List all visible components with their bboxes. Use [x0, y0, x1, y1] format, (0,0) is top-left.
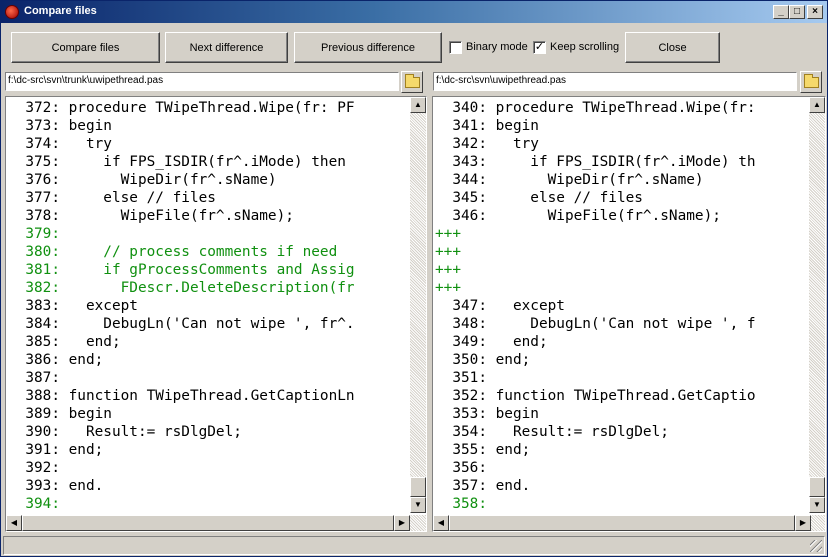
right-open-file-button[interactable] [800, 71, 822, 93]
right-horizontal-scrollbar[interactable]: ◀ ▶ [433, 515, 825, 531]
code-line: 343: if FPS_ISDIR(fr^.iMode) th [435, 154, 756, 170]
code-line: 375: if FPS_ISDIR(fr^.iMode) then [8, 154, 346, 170]
code-line: 372: procedure TWipeThread.Wipe(fr: PF [8, 100, 355, 116]
status-bar [3, 536, 825, 555]
code-line: 394: [8, 496, 60, 512]
right-vertical-scrollbar[interactable]: ▲ ▼ [809, 97, 825, 513]
binary-mode-label: Binary mode [466, 41, 528, 53]
compare-files-window: Compare files _ □ × Compare files Next d… [0, 0, 828, 557]
code-line: +++ [435, 226, 461, 242]
title-bar[interactable]: Compare files _ □ × [1, 1, 827, 23]
scroll-left-arrow-icon[interactable]: ◀ [6, 515, 22, 531]
folder-open-icon [405, 74, 420, 88]
code-line: 386: end; [8, 352, 104, 368]
code-line: 356: [435, 460, 487, 476]
scroll-down-arrow-icon[interactable]: ▼ [410, 497, 426, 513]
code-line: 357: end. [435, 478, 531, 494]
right-horizontal-scroll-thumb[interactable] [449, 515, 795, 531]
code-line: 348: DebugLn('Can not wipe ', f [435, 316, 756, 332]
left-horizontal-scrollbar[interactable]: ◀ ▶ [6, 515, 426, 531]
right-file-path-input[interactable]: f:\dc-src\svn\uwipethread.pas [433, 72, 797, 91]
code-line: 393: end. [8, 478, 104, 494]
app-icon [5, 5, 19, 19]
window-title: Compare files [24, 5, 97, 17]
scroll-up-arrow-icon[interactable]: ▲ [410, 97, 426, 113]
code-line: 341: begin [435, 118, 539, 134]
close-window-button[interactable]: × [807, 5, 823, 19]
code-line: 377: else // files [8, 190, 216, 206]
code-line: 374: try [8, 136, 112, 152]
scroll-right-arrow-icon[interactable]: ▶ [795, 515, 811, 531]
left-code-lines: 372: procedure TWipeThread.Wipe(fr: PF 3… [8, 99, 355, 513]
code-line: 347: except [435, 298, 565, 314]
left-code-pane[interactable]: 372: procedure TWipeThread.Wipe(fr: PF 3… [5, 96, 427, 532]
code-line: 390: Result:= rsDlgDel; [8, 424, 242, 440]
scroll-left-arrow-icon[interactable]: ◀ [433, 515, 449, 531]
left-open-file-button[interactable] [401, 71, 423, 93]
left-vertical-scrollbar[interactable]: ▲ ▼ [410, 97, 426, 513]
code-line: 379: [8, 226, 60, 242]
code-line: 381: if gProcessComments and Assig [8, 262, 355, 278]
keep-scrolling-checkbox[interactable]: ✓ [533, 41, 546, 54]
code-line: 373: begin [8, 118, 112, 134]
minimize-button[interactable]: _ [773, 5, 789, 19]
code-line: 342: try [435, 136, 539, 152]
code-line: +++ [435, 280, 461, 296]
scroll-down-arrow-icon[interactable]: ▼ [809, 497, 825, 513]
scroll-right-arrow-icon[interactable]: ▶ [394, 515, 410, 531]
code-line: 353: begin [435, 406, 539, 422]
binary-mode-checkbox[interactable] [449, 41, 462, 54]
code-line: 392: [8, 460, 60, 476]
left-file-path-input[interactable]: f:\dc-src\svn\trunk\uwipethread.pas [5, 72, 399, 91]
code-line: 346: WipeFile(fr^.sName); [435, 208, 721, 224]
right-code-lines: 340: procedure TWipeThread.Wipe(fr: 341:… [435, 99, 756, 513]
close-button[interactable]: Close [625, 32, 720, 63]
code-line: 388: function TWipeThread.GetCaptionLn [8, 388, 355, 404]
compare-files-button[interactable]: Compare files [11, 32, 160, 63]
resize-grip-icon[interactable] [810, 540, 822, 552]
code-line: 380: // process comments if need [8, 244, 338, 260]
code-line: 384: DebugLn('Can not wipe ', fr^. [8, 316, 355, 332]
left-vertical-scroll-thumb[interactable] [410, 477, 426, 497]
code-line: 387: [8, 370, 60, 386]
code-line: 389: begin [8, 406, 112, 422]
code-line: 354: Result:= rsDlgDel; [435, 424, 669, 440]
code-line: 350: end; [435, 352, 531, 368]
maximize-button[interactable]: □ [789, 5, 805, 19]
next-difference-button[interactable]: Next difference [165, 32, 288, 63]
code-line: +++ [435, 244, 461, 260]
right-code-pane[interactable]: 340: procedure TWipeThread.Wipe(fr: 341:… [432, 96, 826, 532]
code-line: 382: FDescr.DeleteDescription(fr [8, 280, 355, 296]
code-line: 351: [435, 370, 487, 386]
code-line: 358: [435, 496, 487, 512]
code-line: 391: end; [8, 442, 104, 458]
previous-difference-button[interactable]: Previous difference [294, 32, 442, 63]
left-horizontal-scroll-thumb[interactable] [22, 515, 394, 531]
code-line: 344: WipeDir(fr^.sName) [435, 172, 704, 188]
code-line: 385: end; [8, 334, 121, 350]
folder-open-icon [804, 74, 819, 88]
right-vertical-scroll-thumb[interactable] [809, 477, 825, 497]
code-line: 345: else // files [435, 190, 643, 206]
keep-scrolling-label: Keep scrolling [550, 41, 620, 53]
scroll-up-arrow-icon[interactable]: ▲ [809, 97, 825, 113]
code-line: 378: WipeFile(fr^.sName); [8, 208, 294, 224]
code-line: 340: procedure TWipeThread.Wipe(fr: [435, 100, 756, 116]
code-line: 355: end; [435, 442, 531, 458]
code-line: +++ [435, 262, 461, 278]
code-line: 352: function TWipeThread.GetCaptio [435, 388, 756, 404]
code-line: 376: WipeDir(fr^.sName) [8, 172, 277, 188]
code-line: 349: end; [435, 334, 548, 350]
code-line: 383: except [8, 298, 138, 314]
